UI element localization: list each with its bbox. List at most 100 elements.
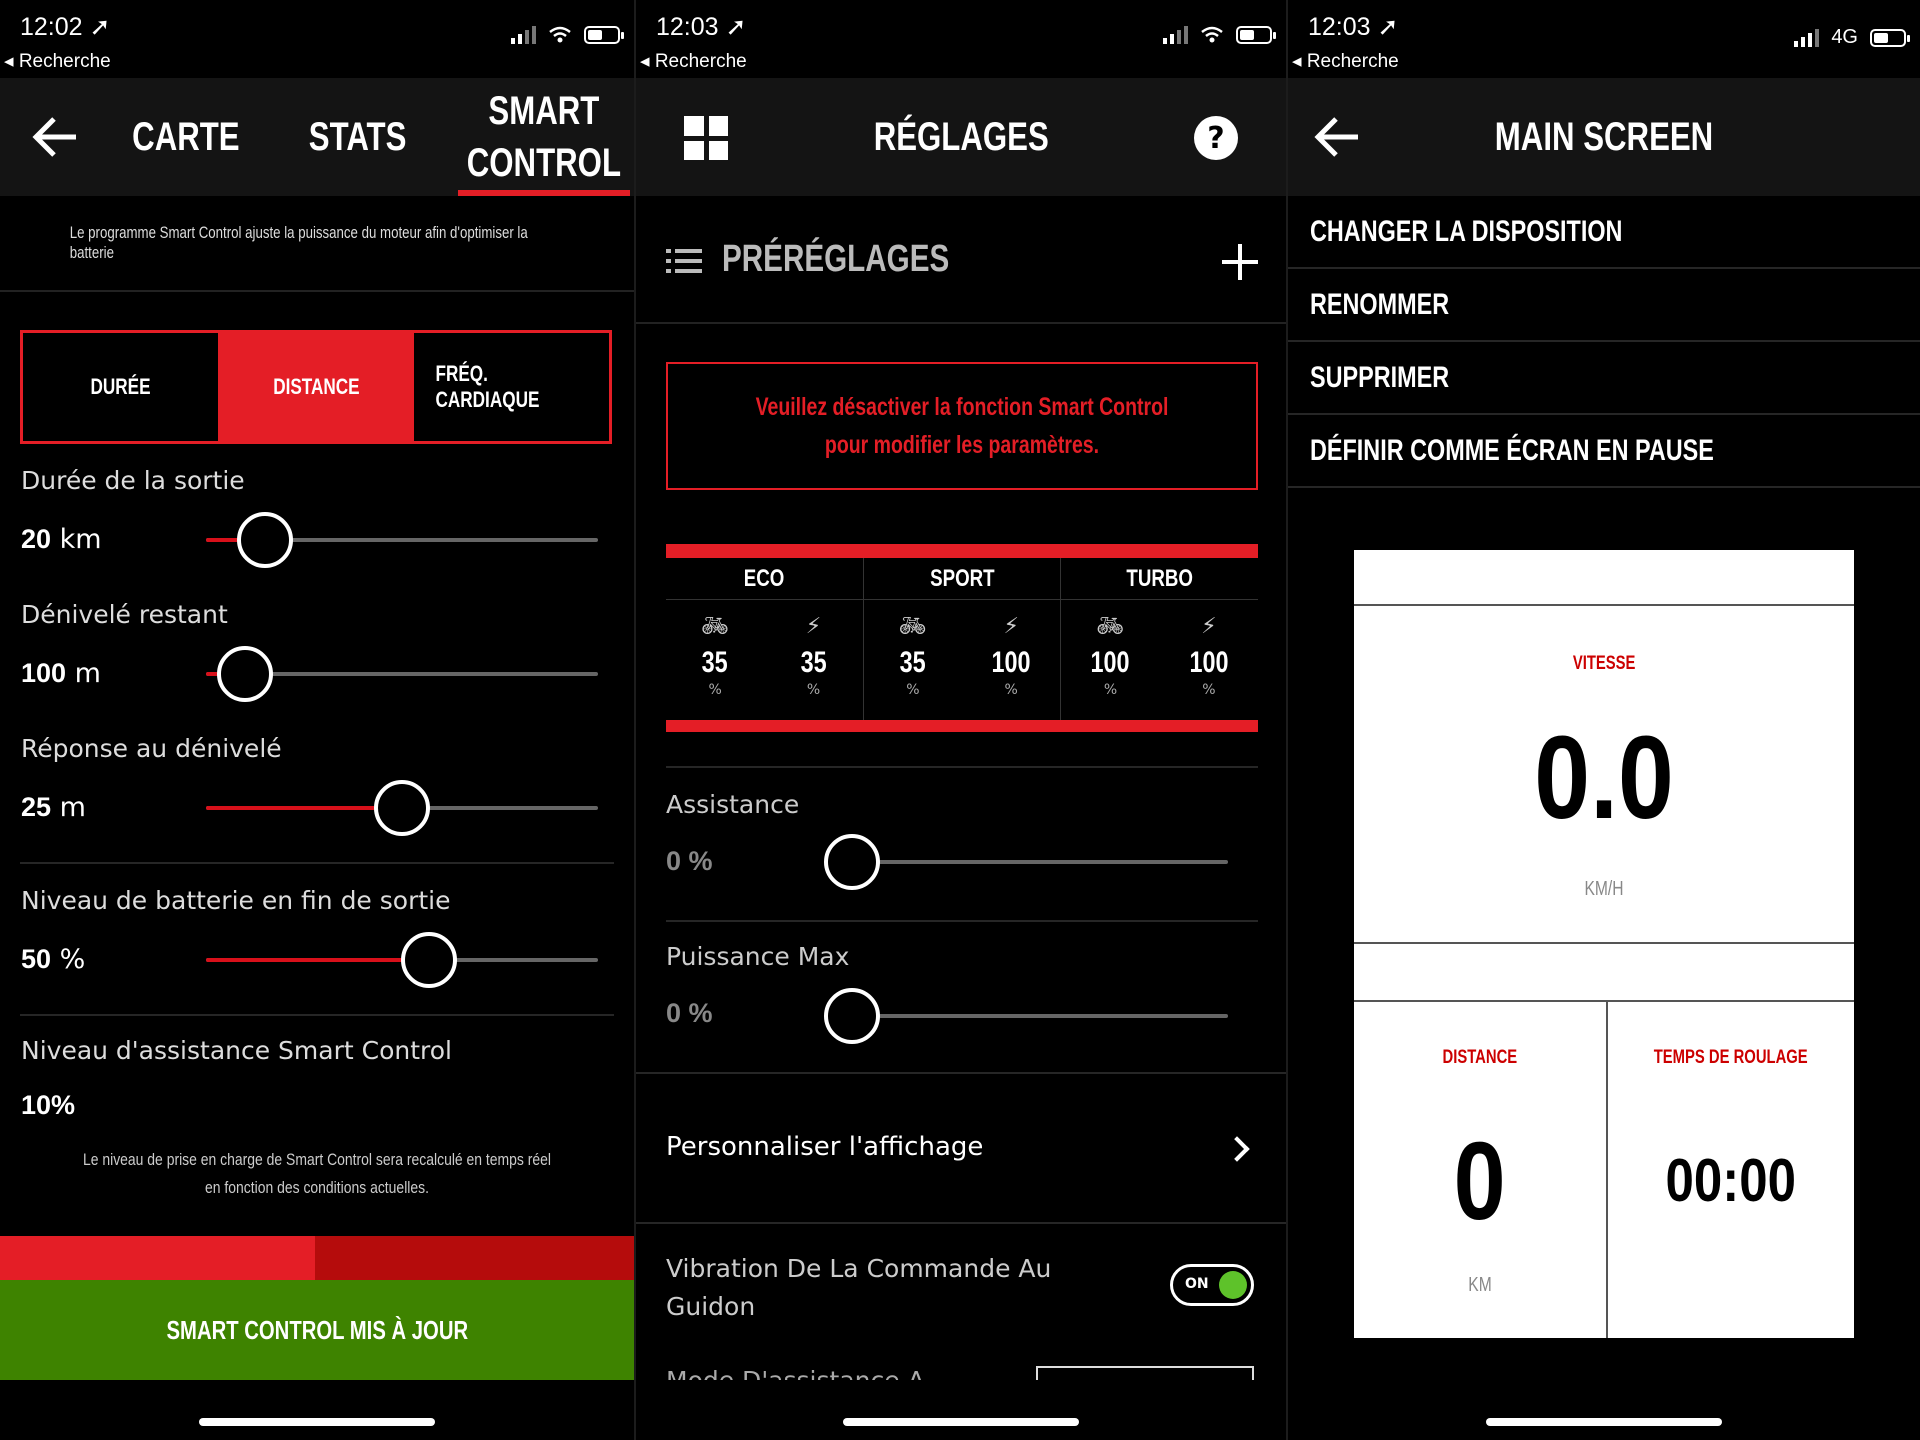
settings-screen: 12:03 ➚ ◂ Recherche ? RÉGLAGES PRÉRÉGLAG… — [634, 0, 1286, 1440]
max-power-slider-knob[interactable] — [824, 988, 880, 1044]
mode-sport[interactable]: SPORT 🚲︎ 35% ⚡︎ 100% — [863, 558, 1062, 720]
ride-duration-slider-knob[interactable] — [237, 512, 293, 568]
max-power-label: Puissance Max — [666, 942, 850, 971]
battery-icon — [1870, 28, 1910, 47]
vibration-label: Vibration De La Commande Au Guidon — [666, 1254, 1052, 1321]
elevation-response-slider[interactable] — [206, 780, 598, 836]
end-battery-level-label: Niveau de batterie en fin de sortie — [21, 886, 451, 915]
mode-name: SPORT — [863, 558, 1061, 600]
end-battery-level-value: 50 % — [21, 944, 86, 975]
assistance-slider[interactable] — [824, 834, 1228, 890]
menu-item-change-layout[interactable]: CHANGER LA DISPOSITION — [1288, 196, 1920, 269]
remaining-elevation-label: Dénivelé restant — [21, 600, 228, 629]
tab-smart-control[interactable]: SMART CONTROL — [458, 78, 630, 196]
assist-percent: 100 — [1090, 646, 1131, 679]
chevron-right-icon[interactable] — [1224, 1136, 1250, 1162]
menu-item-delete[interactable]: SUPPRIMER — [1288, 342, 1920, 415]
smart-control-description: Le programme Smart Control ajuste la pui… — [0, 196, 634, 292]
bike-icon: 🚲︎ — [701, 614, 730, 639]
max-power-value: 0 % — [666, 998, 713, 1028]
back-to-app-link[interactable]: ◂ Recherche — [640, 50, 747, 73]
elevation-response-value: 25 m — [21, 792, 86, 823]
assistance-label: Assistance — [666, 790, 800, 819]
ride-duration-value: 20 km — [21, 524, 102, 555]
home-indicator — [843, 1418, 1079, 1426]
status-bar: 12:03 ➚ ◂ Recherche 4G — [1288, 0, 1920, 78]
elevation-response-slider-fill — [206, 806, 402, 810]
status-bands — [0, 1236, 634, 1280]
list-icon — [666, 249, 702, 273]
power-percent: 100 — [991, 646, 1031, 679]
mode-eco[interactable]: ECO 🚲︎ 35% ⚡︎ 35% — [666, 558, 864, 720]
presets-section: PRÉRÉGLAGES — [636, 196, 1286, 324]
segment-freq-cardiaque[interactable]: FRÉQ. CARDIAQUE — [414, 333, 609, 441]
bike-icon: 🚲︎ — [1096, 614, 1125, 639]
back-to-app-link[interactable]: ◂ Recherche — [4, 50, 111, 73]
ride-time-label: TEMPS DE ROULAGE — [1654, 1047, 1808, 1068]
lightning-icon: ⚡︎ — [1201, 614, 1217, 639]
remaining-elevation-value: 100 m — [21, 658, 101, 689]
remaining-elevation-slider[interactable] — [206, 646, 598, 702]
elevation-response-slider-knob[interactable] — [374, 780, 430, 836]
status-bar: 12:02 ➚ ◂ Recherche — [0, 0, 634, 78]
signal-icon — [1794, 28, 1820, 47]
segment-distance[interactable]: DISTANCE — [218, 333, 414, 441]
distance-value: 0 — [1453, 1120, 1507, 1243]
elevation-response-label: Réponse au dénivelé — [21, 734, 282, 763]
ride-duration-label: Durée de la sortie — [21, 466, 245, 495]
screen-layout-preview: VITESSE 0.0 KM/H DISTANCE 0 KM TEMPS DE … — [1354, 550, 1854, 1338]
tab-stats[interactable]: STATS — [272, 78, 444, 196]
remaining-elevation-slider-knob[interactable] — [217, 646, 273, 702]
tab-carte[interactable]: CARTE — [100, 78, 272, 196]
segment-duree[interactable]: DURÉE — [23, 333, 218, 441]
distance-unit: KM — [1468, 1274, 1492, 1296]
assist-percent: 35 — [702, 646, 729, 679]
menu-item-set-pause-screen[interactable]: DÉFINIR COMME ÉCRAN EN PAUSE — [1288, 415, 1920, 488]
wifi-icon — [1201, 26, 1223, 43]
back-arrow-icon[interactable] — [32, 116, 78, 158]
assist-percent: 35 — [899, 646, 926, 679]
mode-segmented-control: DURÉE DISTANCE FRÉQ. CARDIAQUE — [20, 330, 612, 444]
mode-name: ECO — [666, 558, 863, 600]
customize-display-item[interactable]: Personnaliser l'affichage — [666, 1132, 983, 1162]
assistance-value: 0 % — [666, 846, 713, 876]
wifi-icon — [549, 26, 571, 43]
power-percent: 35 — [800, 646, 827, 679]
smart-control-updated-button[interactable]: SMART CONTROL MIS À JOUR — [0, 1280, 634, 1380]
end-battery-level-slider-knob[interactable] — [401, 932, 457, 988]
battery-icon — [584, 26, 624, 44]
signal-icon — [1163, 26, 1188, 44]
assist-level-value: 10% — [21, 1090, 76, 1120]
status-bar: 12:03 ➚ ◂ Recherche — [636, 0, 1286, 78]
add-preset-plus-icon[interactable] — [1222, 244, 1258, 280]
lightning-icon: ⚡︎ — [805, 614, 822, 639]
battery-icon — [1236, 26, 1276, 44]
screen-options-menu: CHANGER LA DISPOSITION RENOMMER SUPPRIME… — [1288, 196, 1920, 488]
mode-name: TURBO — [1061, 558, 1259, 600]
assist-mode-dropdown-partial[interactable] — [1036, 1366, 1254, 1380]
page-title: RÉGLAGES — [873, 114, 1049, 159]
mode-turbo[interactable]: TURBO 🚲︎ 100% ⚡︎ 100% — [1061, 558, 1259, 720]
network-type: 4G — [1831, 26, 1858, 48]
bike-icon: 🚲︎ — [898, 614, 927, 639]
home-indicator — [1486, 1418, 1722, 1426]
main-screen-config: 12:03 ➚ ◂ Recherche 4G MAIN SCREEN CHANG… — [1286, 0, 1920, 1440]
smart-control-warning: Veuillez désactiver la fonction Smart Co… — [666, 362, 1258, 490]
status-time: 12:03 ➚ — [1308, 13, 1399, 41]
back-arrow-icon[interactable] — [1314, 116, 1360, 158]
status-time: 12:02 ➚ — [20, 13, 111, 41]
end-battery-level-slider[interactable] — [206, 932, 598, 988]
back-to-app-link[interactable]: ◂ Recherche — [1292, 50, 1399, 73]
max-power-slider[interactable] — [824, 988, 1228, 1044]
tab-bar: CARTE STATS SMART CONTROL — [100, 78, 634, 196]
assist-modes-table: ECO 🚲︎ 35% ⚡︎ 35% SPORT 🚲︎ 35% ⚡︎ 100% TURBO 🚲︎ 100%… — [666, 544, 1259, 732]
signal-icon — [511, 26, 536, 44]
assist-level-label: Niveau d'assistance Smart Control — [21, 1036, 452, 1065]
lightning-icon: ⚡︎ — [1003, 614, 1019, 639]
menu-item-rename[interactable]: RENOMMER — [1288, 269, 1920, 342]
end-battery-level-slider-fill — [206, 958, 429, 962]
speed-label: VITESSE — [1572, 653, 1636, 674]
vibration-toggle[interactable]: ON — [1170, 1264, 1254, 1306]
ride-duration-slider[interactable] — [206, 512, 598, 568]
assistance-slider-knob[interactable] — [824, 834, 880, 890]
